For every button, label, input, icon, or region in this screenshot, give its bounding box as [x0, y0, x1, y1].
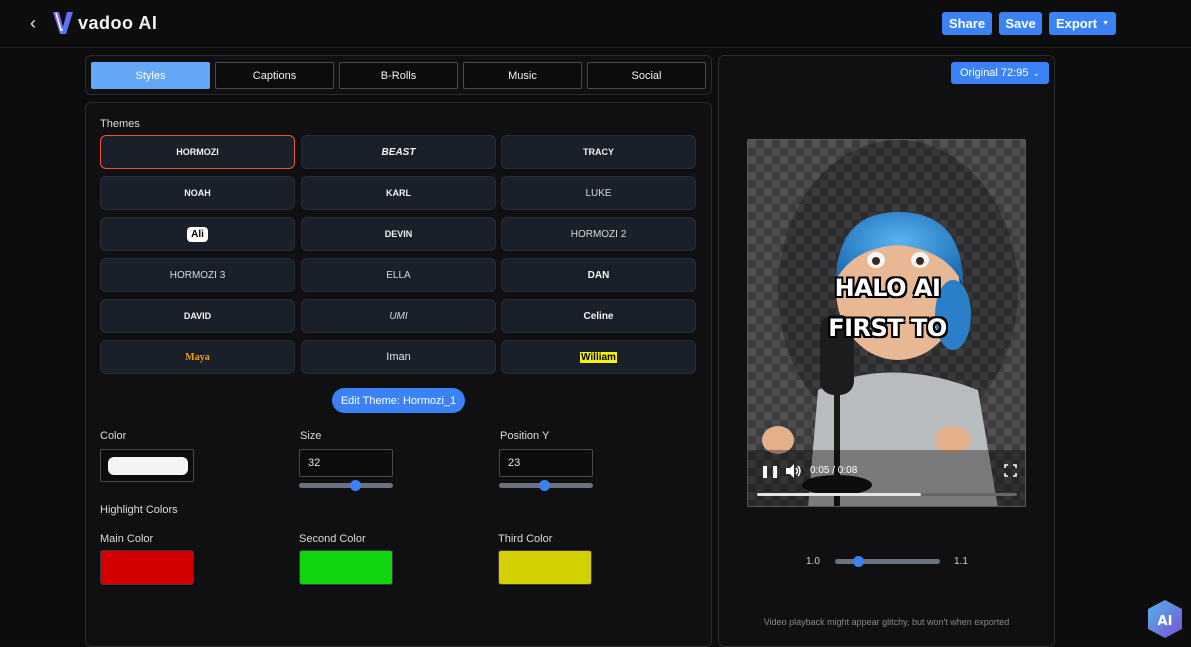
- theme-label: Celine: [583, 310, 614, 322]
- tab-b-rolls[interactable]: B-Rolls: [339, 62, 458, 89]
- speed-min-label: 1.0: [806, 556, 820, 567]
- video-preview[interactable]: HALO AI FIRST TO ❚❚ 0:05 / 0:08: [747, 139, 1026, 507]
- theme-label: DAVID: [183, 311, 212, 321]
- theme-noah[interactable]: NOAH: [100, 176, 295, 210]
- theme-devin[interactable]: DEVIN: [301, 217, 496, 251]
- speed-max-label: 1.1: [954, 556, 968, 567]
- color-swatch: [108, 457, 188, 475]
- playback-note: Video playback might appear glitchy, but…: [763, 617, 1010, 627]
- tab-music[interactable]: Music: [463, 62, 582, 89]
- caption-line-2: FIRST TO: [828, 314, 947, 342]
- tab-styles[interactable]: Styles: [91, 62, 210, 89]
- svg-text:AI: AI: [1158, 614, 1173, 629]
- theme-label: BEAST: [381, 146, 416, 158]
- themes-label: Themes: [100, 118, 140, 130]
- theme-hormozi[interactable]: HORMOZI: [100, 135, 295, 169]
- theme-label: Iman: [386, 351, 411, 363]
- theme-label: Ali: [187, 226, 208, 242]
- size-slider-thumb[interactable]: [349, 480, 361, 491]
- theme-ali[interactable]: Ali: [100, 217, 295, 251]
- aspect-ratio-label: Original 72:95: [959, 67, 1029, 79]
- theme-hormozi-3[interactable]: HORMOZI 3: [100, 258, 295, 292]
- fullscreen-icon[interactable]: [1004, 464, 1017, 477]
- color-label: Color: [100, 430, 127, 442]
- video-progress-fill: [757, 493, 921, 496]
- main-color-swatch[interactable]: [100, 550, 194, 585]
- theme-celine[interactable]: Celine: [501, 299, 696, 333]
- theme-tracy[interactable]: TRACY: [501, 135, 696, 169]
- chevron-left-icon[interactable]: ‹: [30, 12, 46, 34]
- logo-text: vadoo AI: [78, 12, 158, 33]
- theme-label: ELLA: [386, 269, 411, 281]
- position-y-slider[interactable]: [499, 480, 593, 491]
- video-time: 0:05 / 0:08: [810, 465, 858, 476]
- theme-label: KARL: [386, 188, 411, 198]
- third-color-swatch[interactable]: [498, 550, 592, 585]
- logo: vadoo AI: [52, 9, 157, 37]
- top-bar: ‹ vadoo AI Share Save Export ▼: [0, 0, 1191, 48]
- theme-label: William: [580, 351, 617, 363]
- theme-ella[interactable]: ELLA: [301, 258, 496, 292]
- highlight-colors-label: Highlight Colors: [100, 504, 178, 516]
- theme-label: DEVIN: [384, 229, 413, 239]
- third-color-label: Third Color: [498, 533, 553, 545]
- theme-label: HORMOZI 3: [169, 269, 226, 281]
- size-label: Size: [300, 430, 322, 442]
- position-y-input[interactable]: 23: [499, 449, 593, 477]
- share-button[interactable]: Share: [942, 12, 992, 35]
- theme-luke[interactable]: LUKE: [501, 176, 696, 210]
- export-label: Export: [1055, 16, 1098, 31]
- theme-karl[interactable]: KARL: [301, 176, 496, 210]
- tab-captions[interactable]: Captions: [215, 62, 334, 89]
- theme-label: UMI: [389, 310, 408, 322]
- text-color-picker[interactable]: [100, 449, 194, 482]
- second-color-swatch[interactable]: [299, 550, 393, 585]
- size-input[interactable]: 32: [299, 449, 393, 477]
- theme-william[interactable]: William: [501, 340, 696, 374]
- theme-david[interactable]: DAVID: [100, 299, 295, 333]
- video-progress-bar[interactable]: [757, 493, 1017, 496]
- size-slider[interactable]: [299, 480, 393, 491]
- pause-icon[interactable]: ❚❚: [760, 464, 780, 478]
- speed-slider-thumb[interactable]: [852, 556, 864, 567]
- position-y-label: Position Y: [500, 430, 550, 442]
- main-color-label: Main Color: [100, 533, 154, 545]
- edit-theme-button[interactable]: Edit Theme: Hormozi_1: [332, 388, 465, 413]
- theme-dan[interactable]: DAN: [501, 258, 696, 292]
- position-y-slider-thumb[interactable]: [538, 480, 550, 491]
- vadoo-logo-icon: [53, 12, 73, 34]
- theme-iman[interactable]: Iman: [301, 340, 496, 374]
- theme-label: HORMOZI: [176, 147, 219, 157]
- theme-maya[interactable]: Maya: [100, 340, 295, 374]
- second-color-label: Second Color: [299, 533, 366, 545]
- tab-social[interactable]: Social: [587, 62, 706, 89]
- volume-icon[interactable]: [784, 463, 802, 479]
- theme-label: DAN: [587, 269, 610, 281]
- theme-label: NOAH: [184, 188, 211, 198]
- theme-label: Maya: [185, 351, 210, 363]
- theme-umi[interactable]: UMI: [301, 299, 496, 333]
- theme-hormozi-2[interactable]: HORMOZI 2: [501, 217, 696, 251]
- assistant-badge-icon[interactable]: AI: [1146, 599, 1184, 639]
- speed-slider[interactable]: [835, 556, 940, 567]
- caption-line-1: HALO AI: [834, 274, 941, 302]
- export-button[interactable]: Export ▼: [1049, 12, 1116, 35]
- caret-down-icon: ▼: [1102, 20, 1110, 27]
- theme-label: HORMOZI 2: [570, 228, 627, 240]
- aspect-ratio-dropdown[interactable]: Original 72:95 ⌄: [951, 62, 1049, 84]
- theme-label: LUKE: [585, 187, 612, 199]
- theme-beast[interactable]: BEAST: [301, 135, 496, 169]
- save-button[interactable]: Save: [999, 12, 1042, 35]
- chevron-down-icon: ⌄: [1032, 67, 1041, 78]
- theme-label: TRACY: [583, 147, 614, 157]
